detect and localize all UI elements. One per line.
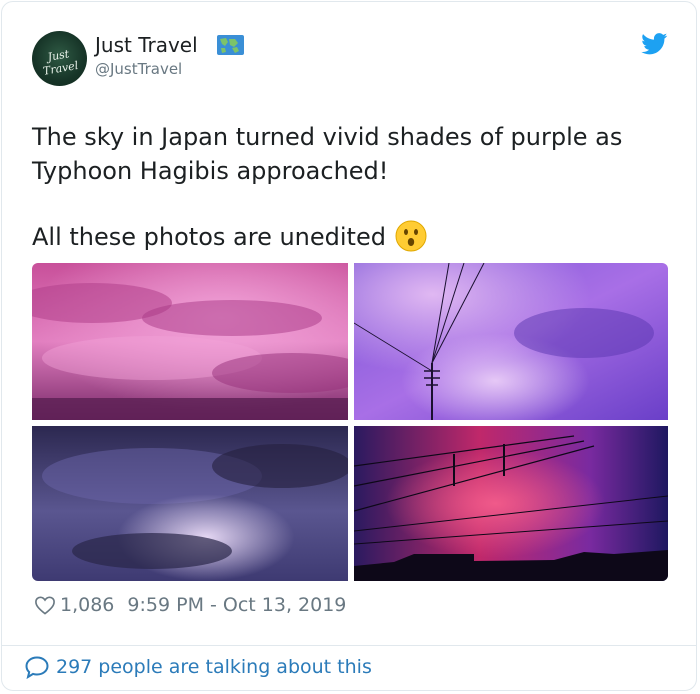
author-name[interactable]: Just Travel: [95, 33, 198, 57]
tweet-text-second-paragraph: All these photos are unedited: [32, 220, 386, 254]
timestamp-link[interactable]: 9:59 PM - Oct 13, 2019: [127, 594, 346, 616]
magenta-sky-power-lines-photo[interactable]: [354, 426, 668, 581]
twitter-bird-icon[interactable]: [641, 33, 668, 55]
world-map-icon: [217, 35, 244, 55]
speech-bubble-icon: [25, 656, 49, 679]
tweet-line-1: The sky in Japan turned vivid shades of …: [32, 123, 623, 151]
divider: [1, 645, 697, 646]
tweet-meta: 1,086 9:59 PM - Oct 13, 2019: [34, 594, 346, 616]
conversation-link[interactable]: 297 people are talking about this: [24, 655, 372, 679]
heart-icon[interactable]: [34, 595, 56, 615]
like-count[interactable]: 1,086: [60, 594, 114, 616]
talking-count-text[interactable]: 297 people are talking about this: [56, 656, 372, 678]
author-handle[interactable]: @JustTravel: [95, 60, 182, 78]
hushed-face-icon: [395, 220, 427, 252]
tweet-line-3: All these photos are unedited: [32, 223, 386, 251]
tweet-line-2: Typhoon Hagibis approached!: [32, 157, 389, 185]
violet-storm-clouds-photo[interactable]: [32, 426, 348, 581]
pink-cloud-sky-photo[interactable]: [32, 263, 348, 420]
avatar[interactable]: Just Travel: [32, 31, 87, 86]
purple-sky-power-pole-photo[interactable]: [354, 263, 668, 420]
tweet-text: The sky in Japan turned vivid shades of …: [32, 120, 622, 188]
avatar-logo-text: Just Travel: [42, 47, 80, 78]
